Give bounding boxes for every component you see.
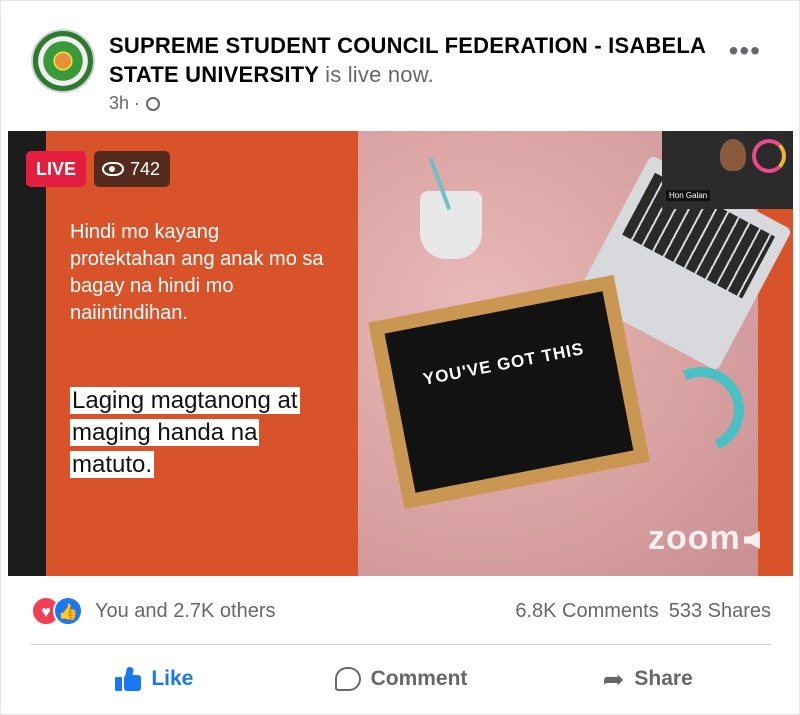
like-icon <box>115 666 142 691</box>
globe-icon <box>146 96 161 111</box>
post-card: SUPREME STUDENT COUNCIL FEDERATION - ISA… <box>0 0 800 715</box>
action-bar: Like Comment ➦ Share <box>31 651 771 707</box>
post-title: SUPREME STUDENT COUNCIL FEDERATION - ISA… <box>109 31 709 89</box>
post-meta: 3h · <box>109 93 161 114</box>
live-badge: LIVE <box>26 151 87 187</box>
viewer-count-badge: 742 <box>94 151 171 187</box>
highlight-text: Laging magtanong at maging handa na matu… <box>70 385 330 481</box>
shares-count[interactable]: 533 Shares <box>669 593 771 629</box>
reactions-summary[interactable]: ♥ 👍 You and 2.7K others <box>31 593 276 629</box>
live-video[interactable]: YOU'VE GOT THIS Hindi mo kayang protekta… <box>8 131 793 576</box>
viewer-count: 742 <box>130 159 161 179</box>
zoom-watermark: zoom <box>648 519 741 557</box>
speaker-camera: Hon Galan <box>662 131 793 209</box>
page-avatar[interactable] <box>31 29 95 93</box>
comment-button[interactable]: Comment <box>278 651 525 707</box>
speaker-video <box>720 139 746 171</box>
like-button[interactable]: Like <box>31 651 278 707</box>
slide-text: Hindi mo kayang protektahan ang anak mo … <box>70 221 324 324</box>
post-header: SUPREME STUDENT COUNCIL FEDERATION - ISA… <box>1 1 800 131</box>
like-label: Like <box>151 667 194 690</box>
like-reaction-icon: 👍 <box>53 596 83 626</box>
engagement-counts: 6.8K Comments 533 Shares <box>515 593 771 629</box>
comment-label: Comment <box>370 667 468 690</box>
share-button[interactable]: ➦ Share <box>524 651 771 707</box>
pencil-cup-image <box>420 191 482 259</box>
slide-left-panel <box>46 131 370 576</box>
reactions-text: You and 2.7K others <box>95 599 276 622</box>
highlight-text-content: Laging magtanong at maging handa na matu… <box>70 387 300 478</box>
live-status-text: is live now. <box>325 62 434 87</box>
more-icon[interactable]: ••• <box>729 37 761 65</box>
comments-count[interactable]: 6.8K Comments <box>515 593 658 629</box>
eye-icon <box>102 162 124 176</box>
share-icon: ➦ <box>602 664 625 694</box>
board-text: YOU'VE GOT THIS <box>421 339 586 389</box>
event-logo <box>752 139 786 173</box>
divider <box>31 644 771 645</box>
share-label: Share <box>634 667 693 690</box>
comment-icon <box>334 667 361 691</box>
post-time[interactable]: 3h · <box>109 93 140 114</box>
speaker-name: Hon Galan <box>666 190 711 201</box>
